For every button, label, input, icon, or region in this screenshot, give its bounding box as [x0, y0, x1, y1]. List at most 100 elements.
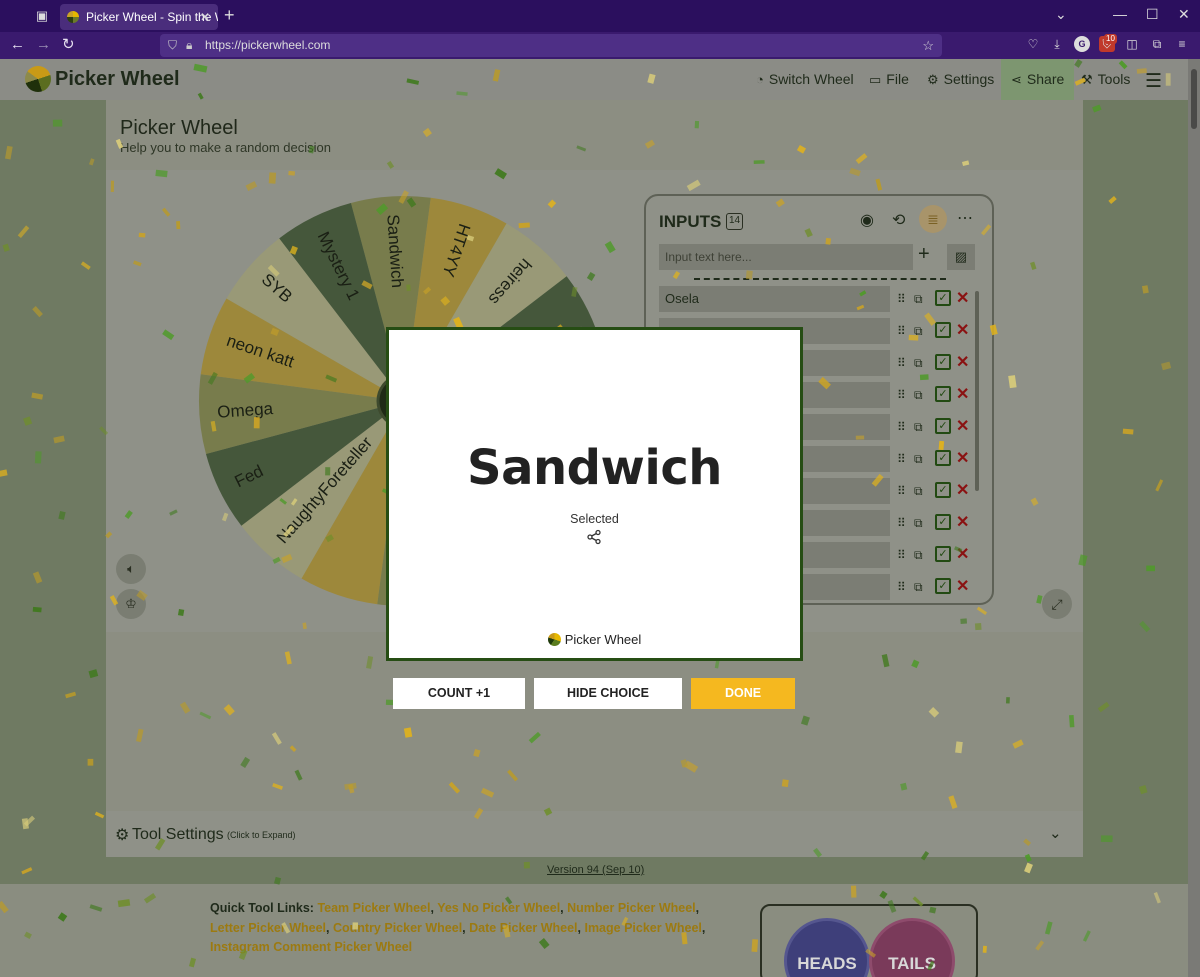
- download-icon[interactable]: ⤓: [1049, 36, 1065, 52]
- drag-handle-icon[interactable]: ⠿: [897, 450, 906, 468]
- confetti-piece: [32, 606, 42, 613]
- menu-share[interactable]: ⋖ Share: [1001, 59, 1075, 100]
- duplicate-icon[interactable]: ⧉: [914, 386, 923, 404]
- quick-link[interactable]: Date Picker Wheel: [469, 921, 577, 935]
- bookmark-star-icon[interactable]: ☆: [922, 34, 934, 57]
- menu-file[interactable]: ▭ File: [869, 59, 909, 100]
- browser-tab[interactable]: Picker Wheel - Spin the Wheel t ✕: [60, 4, 218, 30]
- quick-link[interactable]: Yes No Picker Wheel: [437, 901, 560, 915]
- drag-handle-icon[interactable]: ⠿: [897, 386, 906, 404]
- drag-handle-icon[interactable]: ⠿: [897, 578, 906, 596]
- entry-checkbox[interactable]: ✓: [935, 482, 951, 498]
- duplicate-icon[interactable]: ⧉: [914, 482, 923, 500]
- delete-entry-icon[interactable]: ✕: [956, 354, 969, 372]
- delete-entry-icon[interactable]: ✕: [956, 546, 969, 564]
- entry-checkbox[interactable]: ✓: [935, 290, 951, 306]
- url-bar[interactable]: ⛉ 🔒︎ https://pickerwheel.com ☆: [160, 34, 942, 57]
- quick-link[interactable]: Team Picker Wheel: [317, 901, 430, 915]
- drag-handle-icon[interactable]: ⠿: [897, 482, 906, 500]
- quick-link[interactable]: Number Picker Wheel: [567, 901, 696, 915]
- delete-entry-icon[interactable]: ✕: [956, 578, 969, 596]
- quick-link[interactable]: Country Picker Wheel: [333, 921, 462, 935]
- sort-list-icon[interactable]: ≣: [919, 205, 947, 233]
- menu-tools[interactable]: ⚒ Tools: [1081, 59, 1130, 100]
- drag-handle-icon[interactable]: ⠿: [897, 354, 906, 372]
- duplicate-icon[interactable]: ⧉: [914, 546, 923, 564]
- count-plus-one-button[interactable]: COUNT +1: [393, 678, 525, 709]
- pocket-icon[interactable]: ♡: [1025, 36, 1041, 52]
- sound-toggle-icon[interactable]: 🔈︎: [116, 554, 146, 584]
- back-icon[interactable]: ←: [10, 36, 25, 54]
- add-image-icon[interactable]: ▨: [947, 244, 975, 270]
- grammarly-extension-icon[interactable]: G: [1074, 36, 1090, 52]
- fullscreen-expand-icon[interactable]: ⤢: [1042, 589, 1072, 619]
- hide-choice-button[interactable]: HIDE CHOICE: [534, 678, 682, 709]
- drag-handle-icon[interactable]: ⠿: [897, 322, 906, 340]
- entry-checkbox[interactable]: ✓: [935, 546, 951, 562]
- version-link[interactable]: Version 94 (Sep 10): [547, 864, 644, 876]
- duplicate-icon[interactable]: ⧉: [914, 290, 923, 308]
- entry-checkbox[interactable]: ✓: [935, 450, 951, 466]
- entry-checkbox[interactable]: ✓: [935, 578, 951, 594]
- tab-close-icon[interactable]: ✕: [200, 4, 214, 30]
- entry-checkbox[interactable]: ✓: [935, 354, 951, 370]
- browser-menu-icon[interactable]: ≡: [1174, 36, 1190, 52]
- delete-entry-icon[interactable]: ✕: [956, 418, 969, 436]
- input-text-field[interactable]: [659, 244, 913, 270]
- quick-link[interactable]: Instagram Comment Picker Wheel: [210, 940, 412, 954]
- drag-handle-icon[interactable]: ⠿: [897, 514, 906, 532]
- quick-link[interactable]: Image Picker Wheel: [584, 921, 701, 935]
- forward-icon[interactable]: →: [36, 36, 51, 54]
- page-scrollbar[interactable]: [1188, 59, 1200, 977]
- entry-checkbox[interactable]: ✓: [935, 514, 951, 530]
- entry-checkbox[interactable]: ✓: [935, 386, 951, 402]
- maximize-icon[interactable]: ☐: [1146, 6, 1159, 23]
- drag-handle-icon[interactable]: ⠿: [897, 290, 906, 308]
- add-entry-icon[interactable]: +: [918, 243, 930, 266]
- shield-icon[interactable]: ⛉: [168, 34, 177, 57]
- tab-list-icon[interactable]: ⌄: [1055, 6, 1067, 23]
- hamburger-menu-icon[interactable]: ☰: [1145, 70, 1162, 93]
- minimize-icon[interactable]: —: [1113, 6, 1127, 22]
- delete-entry-icon[interactable]: ✕: [956, 386, 969, 404]
- close-window-icon[interactable]: ✕: [1178, 6, 1190, 23]
- menu-switch-wheel[interactable]: ◔ Switch Wheel: [756, 59, 854, 100]
- done-button[interactable]: DONE: [691, 678, 795, 709]
- tool-settings-label[interactable]: Tool Settings: [132, 826, 224, 844]
- entry-checkbox[interactable]: ✓: [935, 322, 951, 338]
- duplicate-icon[interactable]: ⧉: [914, 514, 923, 532]
- delete-entry-icon[interactable]: ✕: [956, 482, 969, 500]
- more-options-icon[interactable]: ⋯: [957, 208, 973, 228]
- trophy-icon[interactable]: ♔: [116, 589, 146, 619]
- new-tab-icon[interactable]: +: [224, 5, 235, 25]
- drag-handle-icon[interactable]: ⠿: [897, 418, 906, 436]
- duplicate-icon[interactable]: ⧉: [914, 578, 923, 596]
- extension-icon[interactable]: ◫: [1124, 36, 1140, 52]
- entry-checkbox[interactable]: ✓: [935, 418, 951, 434]
- duplicate-icon[interactable]: ⧉: [914, 418, 923, 436]
- extensions-puzzle-icon[interactable]: ⧉: [1149, 36, 1165, 52]
- delete-entry-icon[interactable]: ✕: [956, 514, 969, 532]
- logo-wheel-icon[interactable]: [25, 66, 51, 92]
- lock-icon[interactable]: 🔒︎: [186, 34, 192, 57]
- repeat-icon[interactable]: ⟲: [892, 210, 905, 230]
- duplicate-icon[interactable]: ⧉: [914, 450, 923, 468]
- coin-flip-card[interactable]: HEADS TAILS: [760, 904, 978, 977]
- scrollbar-thumb[interactable]: [1191, 69, 1197, 129]
- logo-text[interactable]: Picker Wheel: [55, 68, 180, 91]
- eye-icon[interactable]: ◉: [860, 210, 874, 230]
- quick-link[interactable]: Letter Picker Wheel: [210, 921, 326, 935]
- duplicate-icon[interactable]: ⧉: [914, 322, 923, 340]
- share-icon[interactable]: [586, 529, 602, 545]
- inputs-scrollbar[interactable]: [975, 291, 979, 491]
- delete-entry-icon[interactable]: ✕: [956, 450, 969, 468]
- duplicate-icon[interactable]: ⧉: [914, 354, 923, 372]
- menu-settings[interactable]: ⚙ Settings: [927, 59, 994, 100]
- delete-entry-icon[interactable]: ✕: [956, 322, 969, 340]
- tab-overview-icon[interactable]: ▣: [32, 6, 52, 26]
- delete-entry-icon[interactable]: ✕: [956, 290, 969, 308]
- input-entry-row[interactable]: Osela: [659, 286, 890, 312]
- drag-handle-icon[interactable]: ⠿: [897, 546, 906, 564]
- chevron-down-icon[interactable]: ⌄: [1049, 824, 1062, 842]
- reload-icon[interactable]: ↻: [62, 36, 75, 54]
